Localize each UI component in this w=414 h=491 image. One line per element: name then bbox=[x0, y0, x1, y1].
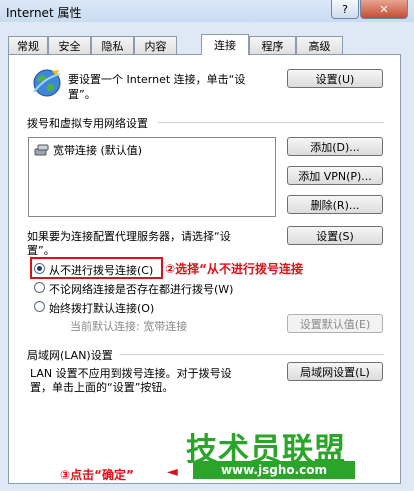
highlight-box bbox=[30, 257, 163, 279]
intro-text-1: 要设置一个 Internet 连接，单击“设 bbox=[68, 73, 246, 86]
list-item[interactable]: 宽带连接 (默认值) bbox=[34, 142, 142, 158]
proxy-settings-button[interactable]: 设置(S) bbox=[287, 226, 383, 245]
watermark-url: www.jsgho.com bbox=[193, 461, 355, 479]
tab-programs[interactable]: 程序 bbox=[249, 36, 296, 54]
radio-always-default[interactable] bbox=[34, 301, 45, 312]
lan-divider bbox=[120, 354, 384, 355]
add-button[interactable]: 添加(D)... bbox=[287, 137, 383, 156]
dialup-divider bbox=[158, 122, 384, 123]
intro-text-2: 置”。 bbox=[68, 88, 96, 101]
connection-icon bbox=[34, 144, 49, 156]
proxy-text-2: 置”。 bbox=[27, 244, 55, 257]
set-default-button[interactable]: 设置默认值(E) bbox=[287, 314, 383, 333]
help-button[interactable]: ? bbox=[331, 0, 359, 19]
help-icon: ? bbox=[342, 2, 348, 16]
tab-general[interactable]: 常规 bbox=[8, 36, 48, 54]
current-default-label: 当前默认连接: 宽带连接 bbox=[70, 320, 188, 333]
lan-text-2: 置，单击上面的“设置”按钮。 bbox=[30, 381, 174, 394]
arrow-left-icon: ◄ bbox=[167, 464, 178, 480]
tab-advanced[interactable]: 高级 bbox=[296, 36, 343, 54]
setup-button[interactable]: 设置(U) bbox=[287, 69, 383, 88]
step2-annotation: ②选择“从不进行拨号连接 bbox=[165, 262, 304, 276]
option-dial-whenever-label[interactable]: 不论网络连接是否存在都进行拨号(W) bbox=[49, 281, 233, 297]
remove-button[interactable]: 删除(R)... bbox=[287, 195, 383, 214]
option-always-default-label[interactable]: 始终拨打默认连接(O) bbox=[49, 300, 154, 316]
window-title: Internet 属性 bbox=[6, 6, 82, 20]
close-button[interactable]: ✕ bbox=[360, 0, 408, 19]
add-vpn-button[interactable]: 添加 VPN(P)... bbox=[287, 166, 383, 185]
tab-connections[interactable]: 连接 bbox=[201, 34, 249, 55]
dialup-heading: 拨号和虚拟专用网络设置 bbox=[27, 117, 148, 130]
lan-heading: 局域网(LAN)设置 bbox=[27, 349, 113, 362]
globe-icon bbox=[33, 69, 61, 97]
connections-list[interactable]: 宽带连接 (默认值) bbox=[28, 137, 276, 217]
title-bar: Internet 属性 ? ✕ bbox=[0, 0, 414, 22]
close-icon: ✕ bbox=[379, 2, 389, 16]
tab-privacy[interactable]: 隐私 bbox=[91, 36, 134, 54]
proxy-text-1: 如果要为连接配置代理服务器，请选择“设 bbox=[27, 230, 231, 243]
radio-dial-whenever[interactable] bbox=[34, 282, 45, 293]
lan-settings-button[interactable]: 局域网设置(L) bbox=[287, 362, 383, 381]
tab-content[interactable]: 内容 bbox=[134, 36, 177, 54]
connection-name: 宽带连接 (默认值) bbox=[53, 144, 143, 157]
step3-annotation: ③点击“确定” bbox=[60, 468, 134, 482]
tab-security[interactable]: 安全 bbox=[48, 36, 91, 54]
